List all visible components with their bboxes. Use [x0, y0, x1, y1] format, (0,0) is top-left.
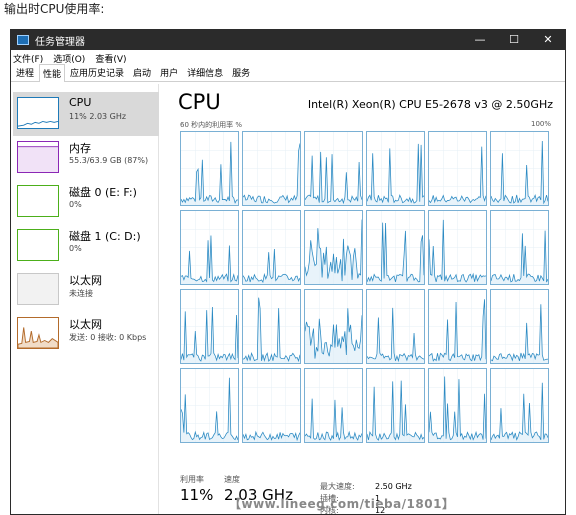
core-graph	[366, 210, 425, 285]
core-graph	[366, 289, 425, 364]
page-title: CPU	[178, 90, 221, 114]
window-title: 任务管理器	[35, 36, 85, 48]
sidebar-item-sub: 11% 2.03 GHz	[69, 112, 127, 121]
sidebar-item-memory[interactable]: 内存 55.3/63.9 GB (87%)	[13, 136, 159, 180]
core-graph	[242, 210, 301, 285]
sidebar-item-sub: 未连接	[69, 289, 93, 298]
sidebar-item-label: 以太网	[69, 318, 102, 331]
core-graph	[242, 368, 301, 443]
utilization-value: 11%	[180, 486, 214, 504]
sidebar-item-ethernet-2[interactable]: 以太网 发送: 0 接收: 0 Kbps	[13, 312, 159, 356]
core-graph	[180, 210, 239, 285]
tab-app-history[interactable]: 应用历史记录	[66, 63, 128, 81]
minimize-icon[interactable]: —	[463, 30, 497, 50]
memory-thumbnail-graph	[17, 141, 59, 173]
task-manager-icon	[17, 35, 29, 45]
core-graph	[428, 289, 487, 364]
title-bar: 任务管理器 — ☐ ✕	[11, 30, 565, 50]
core-graph	[180, 368, 239, 443]
sidebar-item-label: CPU	[69, 96, 92, 109]
tab-users[interactable]: 用户	[156, 63, 182, 81]
core-graph	[490, 289, 549, 364]
tab-bar: 进程 性能 应用历史记录 启动 用户 详细信息 服务	[11, 63, 565, 82]
sidebar-item-label: 磁盘 1 (C: D:)	[69, 230, 141, 243]
core-graph	[242, 289, 301, 364]
maximize-icon[interactable]: ☐	[497, 30, 531, 50]
resource-sidebar: CPU 11% 2.03 GHz 内存 55.3/63.9 GB (87%) 磁…	[11, 84, 159, 514]
sidebar-item-sub: 0%	[69, 244, 82, 253]
sidebar-item-sub: 0%	[69, 200, 82, 209]
core-graph	[366, 368, 425, 443]
ethernet2-thumbnail-graph	[17, 317, 59, 349]
sidebar-item-label: 以太网	[69, 274, 102, 287]
max-speed-value: 2.50 GHz	[375, 482, 412, 491]
disk1-thumbnail-graph	[17, 229, 59, 261]
disk0-thumbnail-graph	[17, 185, 59, 217]
task-manager-window: 任务管理器 — ☐ ✕ 文件(F) 选项(O) 查看(V) 进程 性能 应用历史…	[10, 29, 566, 515]
core-graph	[366, 131, 425, 206]
core-graph	[180, 131, 239, 206]
core-graph	[304, 210, 363, 285]
sidebar-item-disk-1[interactable]: 磁盘 1 (C: D:) 0%	[13, 224, 159, 268]
sidebar-item-sub: 55.3/63.9 GB (87%)	[69, 156, 149, 165]
sidebar-item-cpu[interactable]: CPU 11% 2.03 GHz	[13, 92, 159, 136]
core-graph	[490, 131, 549, 206]
page-caption: 输出时CPU使用率:	[4, 2, 105, 16]
core-graph	[304, 289, 363, 364]
sidebar-item-sub: 发送: 0 接收: 0 Kbps	[69, 333, 147, 342]
sidebar-item-disk-0[interactable]: 磁盘 0 (E: F:) 0%	[13, 180, 159, 224]
core-graph	[490, 368, 549, 443]
core-graph	[242, 131, 301, 206]
core-graph	[428, 368, 487, 443]
tab-details[interactable]: 详细信息	[183, 63, 227, 81]
tab-processes[interactable]: 进程	[12, 63, 38, 81]
ethernet1-thumbnail-graph	[17, 273, 59, 305]
utilization-label: 利用率	[180, 475, 204, 484]
tab-startup[interactable]: 启动	[129, 63, 155, 81]
utilization-max-label: 100%	[530, 120, 551, 128]
close-icon[interactable]: ✕	[531, 30, 565, 50]
cpu-thumbnail-graph	[17, 97, 59, 129]
utilization-axis-label: 60 秒内的利用率 %	[180, 121, 243, 129]
speed-label: 速度	[224, 475, 240, 484]
core-graph	[304, 131, 363, 206]
sidebar-item-ethernet-1[interactable]: 以太网 未连接	[13, 268, 159, 312]
sidebar-item-label: 内存	[69, 142, 91, 155]
core-graph	[304, 368, 363, 443]
core-graph	[428, 210, 487, 285]
logical-processor-grid	[180, 131, 553, 451]
core-graph	[428, 131, 487, 206]
core-graph	[490, 210, 549, 285]
sidebar-item-label: 磁盘 0 (E: F:)	[69, 186, 137, 199]
tab-services[interactable]: 服务	[228, 63, 254, 81]
watermark-text: 【www.lineeg.com/tieba/1801】	[229, 497, 455, 511]
cpu-detail-panel: CPU Intel(R) Xeon(R) CPU E5-2678 v3 @ 2.…	[160, 84, 565, 514]
cpu-model-name: Intel(R) Xeon(R) CPU E5-2678 v3 @ 2.50GH…	[307, 98, 553, 111]
tab-performance[interactable]: 性能	[39, 64, 66, 82]
core-graph	[180, 289, 239, 364]
